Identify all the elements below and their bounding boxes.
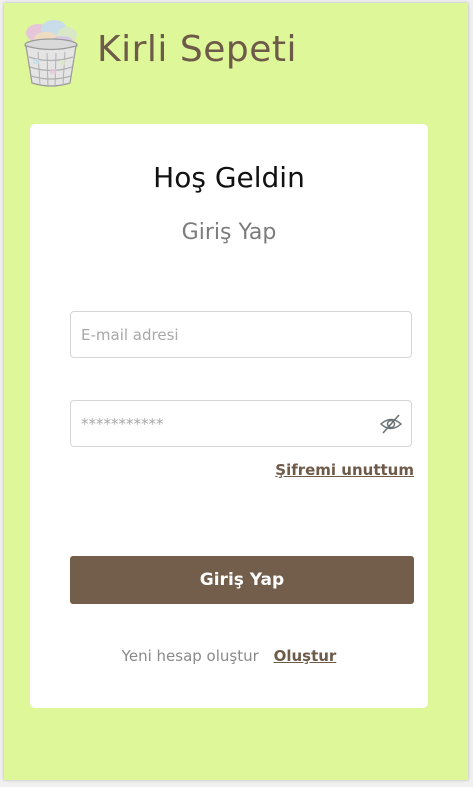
- register-prompt: Yeni hesap oluştur: [121, 647, 259, 665]
- brand-name: Kirli Sepeti: [97, 29, 297, 70]
- login-subtitle: Giriş Yap: [181, 220, 277, 245]
- page-background: Kirli Sepeti Hoş Geldin Giriş Yap Şifrem…: [4, 3, 468, 780]
- login-card: Hoş Geldin Giriş Yap Şifremi unuttum Gir…: [30, 124, 428, 708]
- laundry-basket-icon: [20, 15, 82, 89]
- email-field[interactable]: [70, 311, 412, 358]
- email-input[interactable]: [71, 312, 411, 357]
- welcome-title: Hoş Geldin: [153, 161, 305, 194]
- password-input[interactable]: [71, 401, 411, 446]
- login-button[interactable]: Giriş Yap: [70, 556, 414, 604]
- register-row: Yeni hesap oluştur Oluştur: [30, 647, 428, 665]
- password-field[interactable]: [70, 400, 412, 447]
- eye-slash-icon[interactable]: [379, 413, 403, 435]
- forgot-password-link[interactable]: Şifremi unuttum: [275, 461, 414, 479]
- register-link[interactable]: Oluştur: [274, 647, 337, 665]
